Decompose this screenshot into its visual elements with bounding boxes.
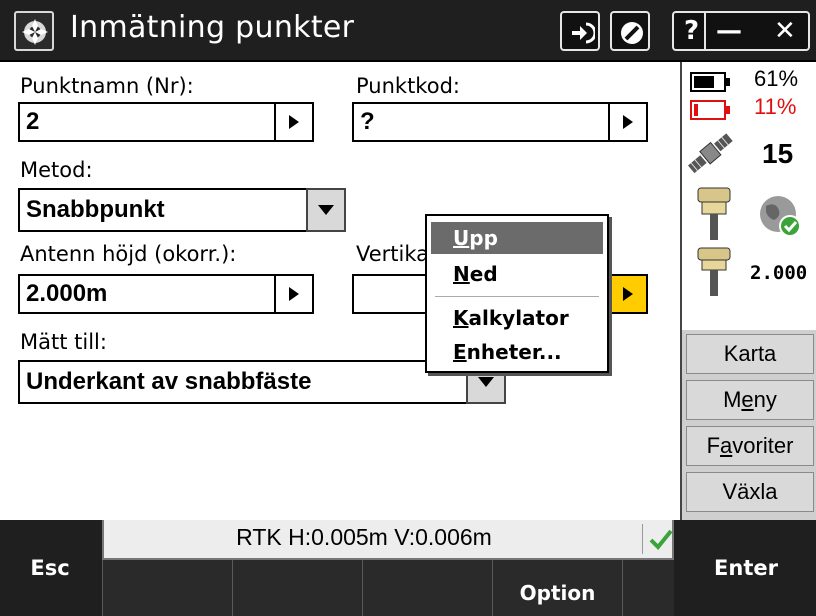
point-code-value: ? <box>360 108 375 135</box>
measured-to-select[interactable]: Underkant av snabbfäste <box>18 360 468 404</box>
login-arrow-button[interactable] <box>560 11 600 51</box>
controller-battery-percent: 61% <box>754 66 799 91</box>
karta-button[interactable]: Karta <box>686 334 814 374</box>
point-name-arrow-button[interactable] <box>274 102 314 142</box>
arrow-right-icon <box>623 287 633 301</box>
close-button[interactable]: ✕ <box>774 15 796 47</box>
option-button[interactable]: Option <box>492 560 622 616</box>
method-select[interactable]: Snabbpunkt <box>18 188 308 232</box>
vertical-label: Vertika <box>356 242 430 266</box>
favoriter-button[interactable]: Favoriter <box>686 426 814 466</box>
chevron-down-icon <box>478 377 494 387</box>
antenna-height-input[interactable]: 2.000m <box>18 274 276 314</box>
title-bar: Inmätning punkter ? — ✕ <box>0 0 816 62</box>
help-button[interactable]: ? <box>684 15 699 47</box>
point-name-label: Punktnamn (Nr): <box>20 74 194 98</box>
no-entry-button[interactable] <box>610 11 650 51</box>
softkey-1[interactable] <box>102 560 232 616</box>
softkey-2[interactable] <box>232 560 362 616</box>
window-controls: ? — ✕ <box>672 11 810 51</box>
menu-item-enheter[interactable]: Enheter... <box>431 336 603 368</box>
globe-check-icon <box>760 196 801 237</box>
enter-button[interactable]: Enter <box>676 520 816 616</box>
vertical-arrow-button[interactable] <box>608 274 648 314</box>
chevron-down-icon <box>318 205 334 215</box>
arrow-right-icon <box>289 287 299 301</box>
antenna-height-label: Antenn höjd (okorr.): <box>20 242 237 266</box>
context-menu: Upp Ned Kalkylator Enheter... <box>425 214 609 373</box>
esc-button[interactable]: Esc <box>0 520 100 616</box>
menu-item-ned[interactable]: Ned <box>431 258 603 290</box>
meny-button[interactable]: Meny <box>686 380 814 420</box>
vaxla-button[interactable]: Växla <box>686 472 814 512</box>
antenna-height-display: 2.000 <box>750 262 808 284</box>
point-code-input[interactable]: ? <box>352 102 610 142</box>
menu-item-kalkylator[interactable]: Kalkylator <box>431 302 603 334</box>
measured-to-label: Mätt till: <box>20 330 107 354</box>
side-buttons: Karta Meny Favoriter Växla <box>680 330 816 520</box>
method-value: Snabbpunkt <box>26 196 165 223</box>
antenna-height-arrow-button[interactable] <box>274 274 314 314</box>
status-panel: 61% 11% 15 2.000 <box>680 62 816 330</box>
check-icon <box>642 524 673 554</box>
battery-low-icon <box>690 100 730 120</box>
rtk-status-text: RTK H:0.005m V:0.006m <box>236 524 492 550</box>
method-label: Metod: <box>20 158 93 182</box>
minimize-button[interactable]: — <box>716 15 742 47</box>
method-dropdown-button[interactable] <box>306 188 346 232</box>
satellite-icon <box>687 133 733 174</box>
battery-icon <box>690 72 730 92</box>
point-name-value: 2 <box>26 108 40 135</box>
prohibited-icon <box>621 22 643 44</box>
point-code-label: Punktkod: <box>356 74 460 98</box>
gnss-receiver-icon <box>697 187 731 240</box>
rtk-status-bar[interactable]: RTK H:0.005m V:0.006m <box>102 520 674 560</box>
arrow-right-icon <box>623 115 633 129</box>
menu-separator <box>435 296 599 297</box>
arrow-right-icon <box>289 115 299 129</box>
window-title: Inmätning punkter <box>70 10 355 45</box>
app-menu-icon[interactable] <box>14 11 54 51</box>
point-code-arrow-button[interactable] <box>608 102 648 142</box>
antenna-height-value: 2.000m <box>26 280 108 307</box>
softkey-5[interactable] <box>622 560 674 616</box>
menu-item-upp[interactable]: Upp <box>431 222 603 254</box>
softkey-3[interactable] <box>362 560 492 616</box>
receiver-battery-percent: 11% <box>754 94 797 119</box>
measured-to-value: Underkant av snabbfäste <box>26 368 312 395</box>
satellite-count: 15 <box>762 138 794 169</box>
enter-arrow-icon <box>572 22 595 44</box>
antenna-icon <box>697 247 731 296</box>
point-name-input[interactable]: 2 <box>18 102 276 142</box>
